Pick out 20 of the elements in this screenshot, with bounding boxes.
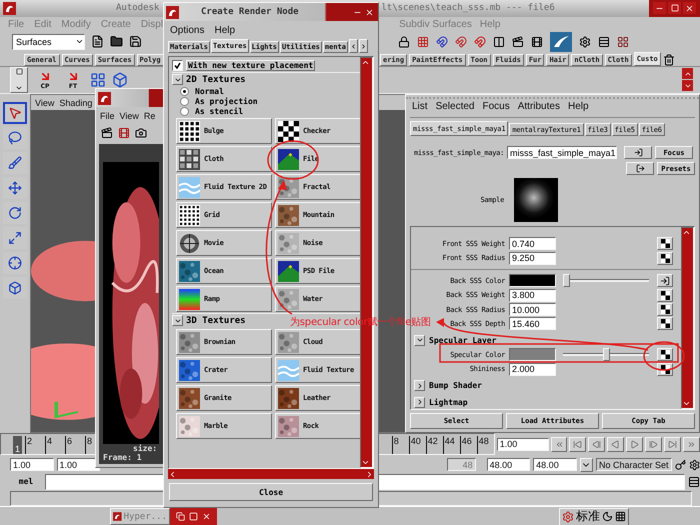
dialog-title: Create Render Node [201,7,299,17]
frame-number: 48 [476,436,494,454]
image-size-label: size: [133,444,158,453]
window-title: lt\scenes\teach_sss.mb --- file6 [381,3,555,14]
window-title: Autodesk [116,3,160,14]
section-title: Lightmap [429,398,468,407]
frame-number: 2 [25,436,45,454]
section-title: Specular Layer [429,336,496,345]
frame-number: 46 [460,436,477,454]
section-title: 3D Textures [186,316,246,326]
frame-number: 42 [426,436,443,454]
frame-number: 8 [392,436,409,454]
frame-number: 4 [45,436,65,454]
current-frame: 1 [13,436,22,454]
frame-number: 44 [442,436,460,454]
frame-number: 40 [408,436,426,454]
frame-label: Frame: 1 [103,453,143,462]
section-title: 2D Textures [186,74,246,84]
frame-number: 6 [65,436,85,454]
section-title: Bump Shader [429,381,482,390]
